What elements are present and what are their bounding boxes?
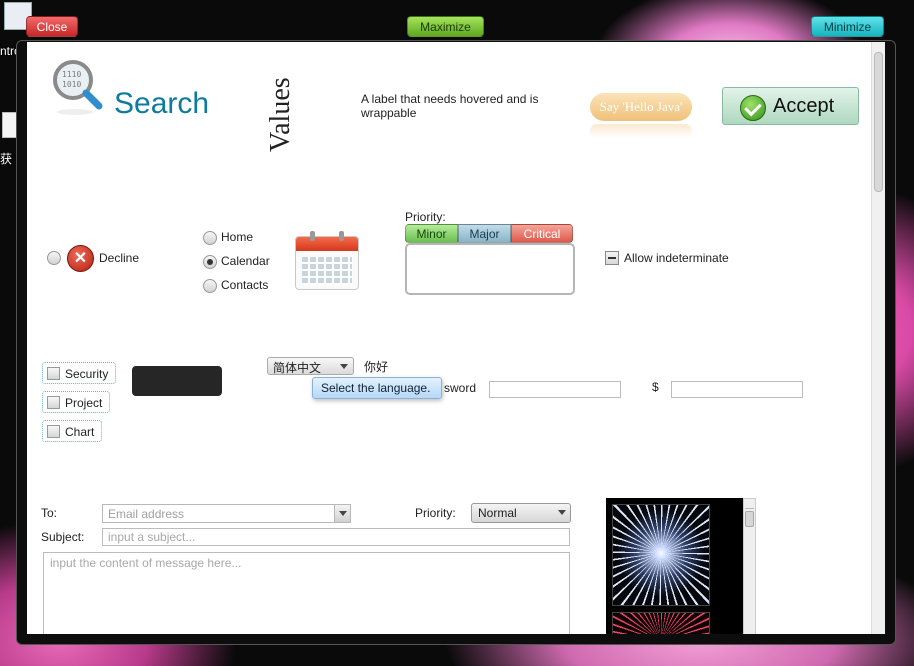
chevron-down-icon[interactable] bbox=[340, 364, 348, 369]
priority-minor-tab[interactable]: Minor bbox=[405, 224, 458, 243]
search-label: Search bbox=[114, 87, 210, 120]
checkmark-icon bbox=[740, 95, 766, 121]
fireworks-image[interactable] bbox=[612, 612, 710, 634]
radio-calendar[interactable] bbox=[203, 255, 217, 269]
checkbox-chart-label: Chart bbox=[65, 425, 95, 439]
scroll-up-icon[interactable] bbox=[745, 500, 754, 509]
radio-home-label[interactable]: Home bbox=[221, 230, 253, 244]
greeting-label: 你好 bbox=[364, 360, 389, 374]
chevron-down-icon[interactable] bbox=[558, 510, 566, 515]
window-scrollbar[interactable] bbox=[871, 42, 885, 634]
gallery-scrollbar[interactable] bbox=[743, 498, 756, 634]
decline-label[interactable]: Decline bbox=[99, 251, 139, 265]
radio-calendar-label[interactable]: Calendar bbox=[221, 254, 270, 268]
checkbox-project-label: Project bbox=[65, 396, 103, 410]
checkbox-project[interactable]: Project bbox=[42, 391, 110, 413]
fireworks-image[interactable] bbox=[612, 504, 710, 606]
checkbox-chart[interactable]: Chart bbox=[42, 420, 102, 442]
priority-label: Priority: bbox=[405, 210, 446, 224]
minimize-button[interactable]: Minimize bbox=[811, 16, 884, 37]
password-label: sword bbox=[444, 381, 477, 395]
message-textarea[interactable]: input the content of message here... bbox=[43, 552, 570, 634]
checkbox-security-label: Security bbox=[65, 367, 109, 381]
checkbox-security[interactable]: Security bbox=[42, 362, 116, 384]
radio-contacts[interactable] bbox=[203, 279, 217, 293]
subject-input[interactable]: input a subject... bbox=[102, 528, 570, 546]
currency-symbol: $ bbox=[652, 380, 659, 394]
amount-field[interactable] bbox=[671, 381, 803, 398]
svg-text:1010: 1010 bbox=[62, 80, 81, 89]
checkbox-box[interactable] bbox=[47, 425, 60, 438]
email-priority-label: Priority: bbox=[415, 506, 456, 520]
svg-text:1110: 1110 bbox=[62, 70, 81, 79]
allow-indeterminate-checkbox[interactable] bbox=[605, 251, 619, 265]
content-panel: 1110 1010 Search Values A label that nee… bbox=[27, 42, 871, 634]
decline-radio[interactable] bbox=[47, 251, 61, 265]
language-select-value: 简体中文 bbox=[273, 361, 322, 375]
radio-home[interactable] bbox=[203, 231, 217, 245]
say-hello-button[interactable]: Say 'Hello Java' bbox=[590, 93, 692, 121]
search-icon: 1110 1010 bbox=[51, 58, 105, 118]
email-priority-select[interactable]: Normal bbox=[471, 503, 571, 523]
accept-button[interactable]: Accept bbox=[722, 87, 859, 125]
chevron-down-icon[interactable] bbox=[334, 505, 350, 522]
priority-content-area[interactable] bbox=[405, 243, 575, 295]
priority-critical-tab[interactable]: Critical bbox=[511, 224, 573, 243]
checkbox-box[interactable] bbox=[47, 367, 60, 380]
hover-label[interactable]: A label that needs hovered and is wrappa… bbox=[361, 92, 571, 120]
maximize-button[interactable]: Maximize bbox=[407, 16, 484, 37]
email-address-combo[interactable]: Email address bbox=[102, 504, 351, 523]
radio-contacts-label[interactable]: Contacts bbox=[221, 278, 268, 292]
scroll-thumb[interactable] bbox=[745, 511, 754, 527]
email-address-placeholder: Email address bbox=[108, 507, 185, 521]
language-tooltip: Select the language. bbox=[312, 377, 442, 399]
to-label: To: bbox=[41, 506, 58, 520]
language-select[interactable]: 简体中文 bbox=[267, 357, 354, 375]
calendar-icon bbox=[295, 231, 359, 290]
decline-x-icon[interactable]: ✕ bbox=[67, 245, 94, 272]
email-priority-value: Normal bbox=[478, 506, 517, 520]
dark-button[interactable] bbox=[132, 366, 222, 396]
accept-button-label: Accept bbox=[773, 95, 835, 117]
say-hello-reflection bbox=[590, 124, 692, 138]
password-field[interactable] bbox=[489, 381, 621, 398]
scroll-thumb[interactable] bbox=[874, 52, 883, 192]
priority-major-tab[interactable]: Major bbox=[458, 224, 511, 243]
subject-label: Subject: bbox=[41, 530, 85, 544]
allow-indeterminate-label[interactable]: Allow indeterminate bbox=[624, 251, 729, 265]
close-button[interactable]: Close bbox=[26, 16, 78, 37]
checkbox-box[interactable] bbox=[47, 396, 60, 409]
